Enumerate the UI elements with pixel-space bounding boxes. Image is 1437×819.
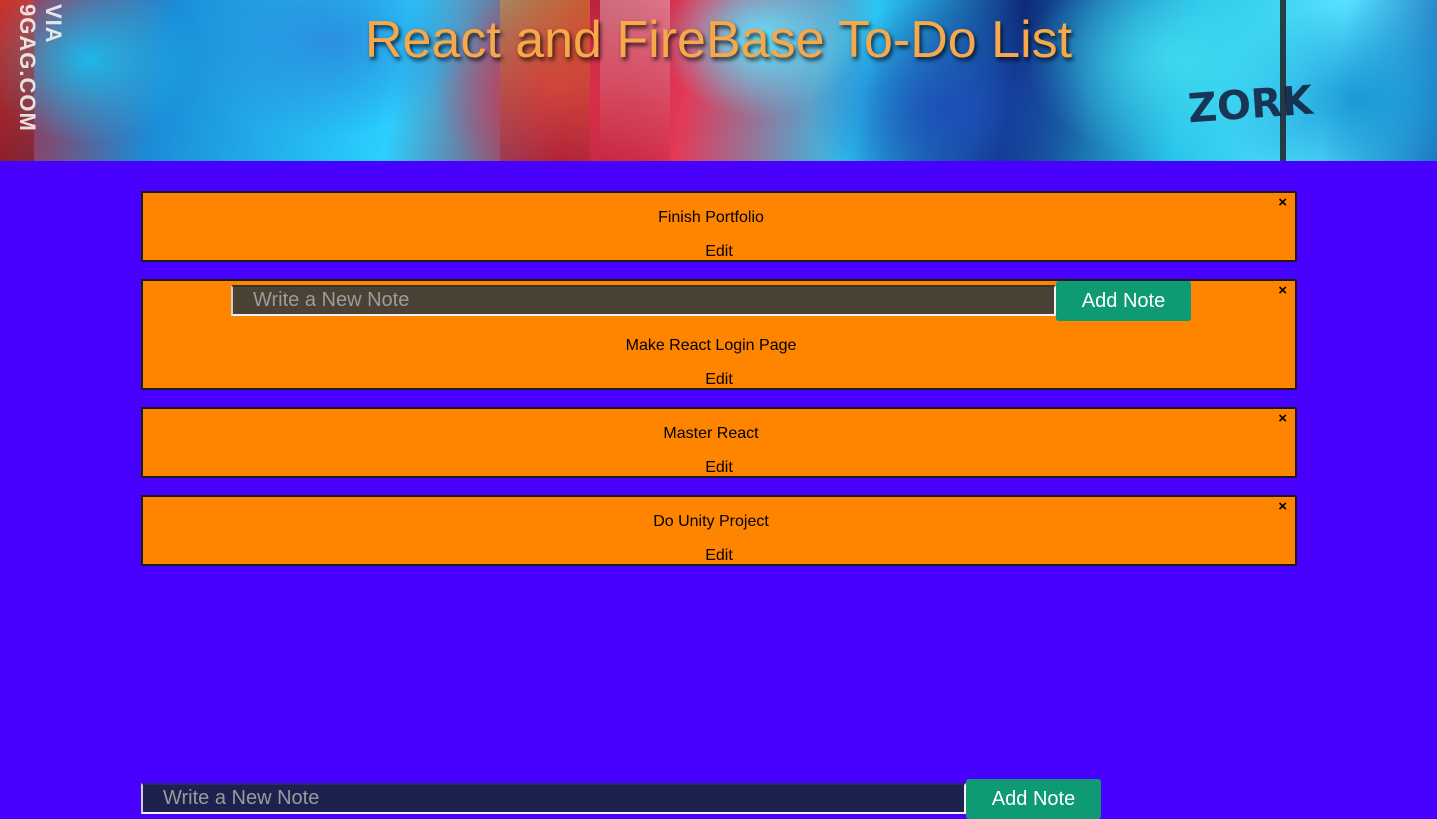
close-icon[interactable]: × bbox=[1278, 283, 1287, 299]
edit-link[interactable]: Edit bbox=[143, 459, 1295, 477]
edit-link[interactable]: Edit bbox=[143, 243, 1295, 261]
new-note-input[interactable] bbox=[141, 783, 966, 814]
notes-list: × Finish Portfolio Edit Add Note × Make … bbox=[141, 191, 1297, 583]
note-text: Make React Login Page bbox=[625, 337, 797, 354]
new-note-form: Add Note bbox=[141, 779, 1101, 819]
add-note-button[interactable]: Add Note bbox=[966, 779, 1101, 819]
note-input[interactable] bbox=[231, 285, 1056, 316]
edit-link[interactable]: Edit bbox=[143, 547, 1295, 565]
graffiti-tag: ZORK bbox=[1186, 77, 1315, 133]
note-text: Master React bbox=[663, 425, 759, 442]
note-card: Add Note × Make React Login Page Edit bbox=[141, 279, 1297, 390]
note-text: Do Unity Project bbox=[653, 513, 769, 530]
edit-note-form: Add Note bbox=[231, 281, 1191, 321]
note-card: × Do Unity Project Edit bbox=[141, 495, 1297, 566]
close-icon[interactable]: × bbox=[1278, 411, 1287, 427]
note-text: Finish Portfolio bbox=[658, 209, 764, 226]
header-banner: VIA 9GAG.COM ZORK React and FireBase To-… bbox=[0, 0, 1437, 161]
note-card: × Master React Edit bbox=[141, 407, 1297, 478]
edit-link[interactable]: Edit bbox=[143, 371, 1295, 389]
close-icon[interactable]: × bbox=[1278, 499, 1287, 515]
add-note-button[interactable]: Add Note bbox=[1056, 281, 1191, 321]
note-card: × Finish Portfolio Edit bbox=[141, 191, 1297, 262]
page-title: React and FireBase To-Do List bbox=[364, 11, 1073, 69]
close-icon[interactable]: × bbox=[1278, 195, 1287, 211]
